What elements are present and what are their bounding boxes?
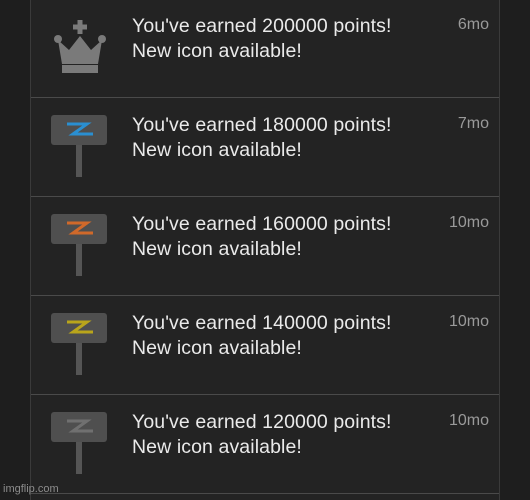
signpost-icon (47, 111, 113, 177)
notification-title: You've earned 180000 points! (132, 114, 392, 136)
notification-row[interactable]: You've earned 160000 points! New icon av… (31, 198, 499, 296)
watermark: imgflip.com (3, 483, 59, 495)
notification-body: New icon available! (132, 436, 302, 458)
signpost-icon (47, 309, 113, 375)
notification-time: 10mo (448, 412, 489, 429)
notification-title: You've earned 160000 points! (132, 213, 392, 235)
notification-time: 10mo (448, 313, 489, 330)
signpost-icon (47, 408, 113, 474)
notification-row[interactable]: You've earned 140000 points! New icon av… (31, 297, 499, 395)
notification-list: You've earned 200000 points! New icon av… (30, 0, 500, 500)
notification-body: New icon available! (132, 40, 302, 62)
notification-body: New icon available! (132, 337, 302, 359)
notification-row[interactable]: You've earned 180000 points! New icon av… (31, 99, 499, 197)
notification-title: You've earned 200000 points! (132, 15, 392, 37)
notification-time: 7mo (457, 115, 489, 132)
notification-body: New icon available! (132, 238, 302, 260)
crown-icon (47, 12, 113, 78)
notification-time: 6mo (457, 16, 489, 33)
signpost-icon (47, 210, 113, 276)
notification-time: 10mo (448, 214, 489, 231)
notification-title: You've earned 120000 points! (132, 411, 392, 433)
notification-body: New icon available! (132, 139, 302, 161)
notification-title: You've earned 140000 points! (132, 312, 392, 334)
notification-row[interactable]: You've earned 200000 points! New icon av… (31, 0, 499, 98)
notification-row[interactable]: You've earned 120000 points! New icon av… (31, 396, 499, 494)
